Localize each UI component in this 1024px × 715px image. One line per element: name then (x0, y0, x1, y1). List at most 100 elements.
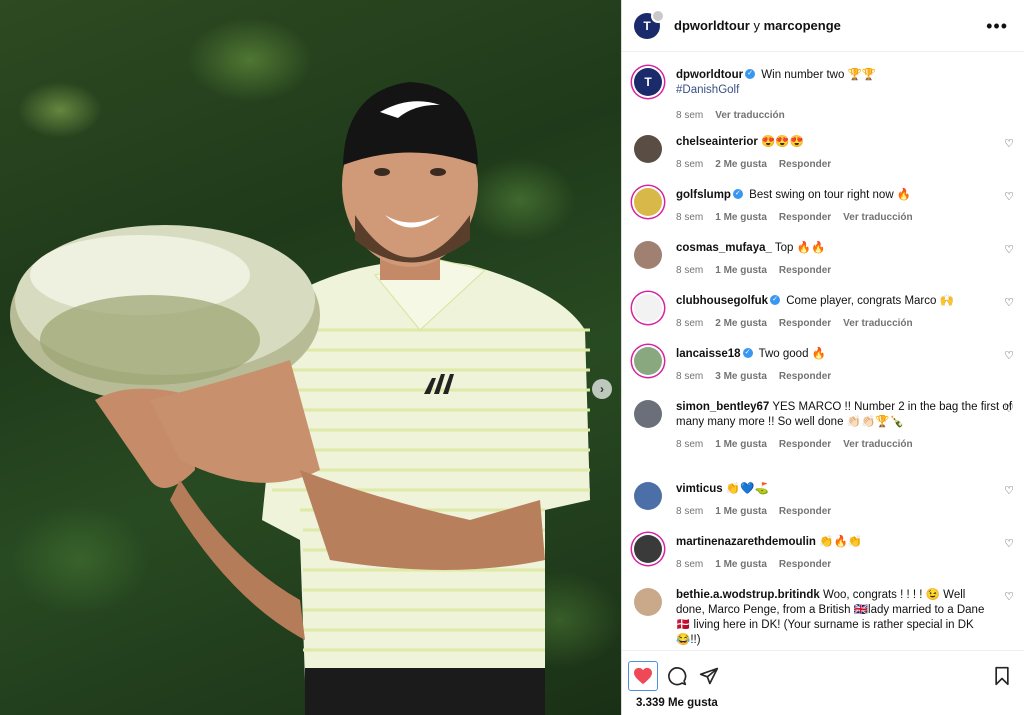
commenter-avatar[interactable] (634, 347, 662, 375)
caption-hashtag[interactable]: #DanishGolf (676, 84, 739, 96)
reply-button[interactable]: Responder (779, 559, 831, 570)
comment-icon (668, 667, 687, 686)
comment-username[interactable]: bethie.a.wodstrup.britindk (676, 589, 820, 601)
verified-icon: ✓ (742, 348, 753, 359)
comment-time[interactable]: 8 sem (676, 318, 703, 329)
comment-item: cosmas_mufaya_ Top 🔥🔥 8 sem 1 Me gusta Res… (634, 241, 1014, 278)
comment-translate-link[interactable]: Ver traducción (843, 318, 912, 329)
authors-connector: y (749, 18, 764, 33)
comment-text: 😍😍😍 (761, 136, 804, 148)
comment-time[interactable]: 8 sem (676, 265, 703, 276)
post-photo: › (0, 0, 621, 715)
commenter-avatar[interactable] (634, 588, 662, 616)
comment-username[interactable]: martinenazarethdemoulin (676, 536, 816, 548)
chevron-right-icon: › (600, 382, 604, 396)
caption-avatar[interactable]: T (634, 68, 662, 96)
comment-like-heart-icon[interactable]: ♡ (1004, 402, 1014, 415)
comment-time[interactable]: 8 sem (676, 159, 703, 170)
post-actions-bar: 3.339 Me gusta (622, 650, 1024, 715)
caption-text: Win number two 🏆🏆 (761, 69, 877, 81)
comment-text: Top 🔥🔥 (774, 242, 826, 254)
comment-like-heart-icon[interactable]: ♡ (1004, 349, 1014, 362)
comment-like-heart-icon[interactable]: ♡ (1004, 590, 1014, 603)
comment-text: Come player, congrats Marco 🙌 (786, 295, 954, 307)
comments-list: T dpworldtour ✓ Win number two 🏆🏆 #Danish… (622, 52, 1024, 650)
commenter-avatar[interactable] (634, 241, 662, 269)
share-button[interactable] (694, 661, 724, 691)
carousel-next-button[interactable]: › (592, 379, 612, 399)
comment-time[interactable]: 8 sem (676, 371, 703, 382)
commenter-avatar[interactable] (634, 400, 662, 428)
post-caption: T dpworldtour ✓ Win number two 🏆🏆 #Danish… (634, 68, 1014, 123)
reply-button[interactable]: Responder (779, 318, 831, 329)
reply-button[interactable]: Responder (779, 159, 831, 170)
comment-item: martinenazarethdemoulin 👏🔥👏 8 sem 1 Me gu… (634, 535, 1014, 572)
comment-text: Two good 🔥 (758, 348, 826, 360)
bookmark-icon (995, 666, 1009, 686)
comment-time[interactable]: 8 sem (676, 212, 703, 223)
caption-username[interactable]: dpworldtour (676, 69, 743, 81)
comment-username[interactable]: simon_bentley67 (676, 401, 769, 413)
comment-like-heart-icon[interactable]: ♡ (1004, 137, 1014, 150)
commenter-avatar[interactable] (634, 482, 662, 510)
comment-like-heart-icon[interactable]: ♡ (1004, 537, 1014, 550)
comment-likes[interactable]: 1 Me gusta (715, 439, 767, 450)
reply-button[interactable]: Responder (779, 439, 831, 450)
comment-username[interactable]: chelseainterior (676, 136, 758, 148)
comment-item: chelseainterior 😍😍😍 8 sem 2 Me gusta Respo… (634, 135, 1014, 172)
comment-like-heart-icon[interactable]: ♡ (1004, 190, 1014, 203)
share-icon (699, 667, 719, 685)
likes-count[interactable]: 3.339 Me gusta (636, 697, 718, 709)
reply-button[interactable]: Responder (779, 371, 831, 382)
comment-item: vimticus 👏💙⛳ 8 sem 1 Me gusta Responder ♡ (634, 482, 1014, 519)
comment-likes[interactable]: 3 Me gusta (715, 371, 767, 382)
author-avatar[interactable]: T (634, 8, 665, 39)
save-button[interactable] (987, 661, 1017, 691)
heart-icon (634, 667, 652, 685)
post-side-panel: T dpworldtour y marcopenge ••• T dpworld… (621, 0, 1024, 715)
comment-likes[interactable]: 2 Me gusta (715, 159, 767, 170)
comment-username[interactable]: cosmas_mufaya_ (676, 242, 772, 254)
like-button[interactable] (628, 661, 658, 691)
comment-likes[interactable]: 2 Me gusta (715, 318, 767, 329)
comment-username[interactable]: vimticus (676, 483, 723, 495)
commenter-avatar[interactable] (634, 535, 662, 563)
author-username[interactable]: dpworldtour (674, 18, 750, 33)
commenter-avatar[interactable] (634, 188, 662, 216)
verified-icon: ✓ (745, 69, 756, 80)
post-authors: dpworldtour y marcopenge (674, 18, 841, 33)
comment-time[interactable]: 8 sem (676, 506, 703, 517)
comment-text: Best swing on tour right now 🔥 (749, 189, 912, 201)
comment-like-heart-icon[interactable]: ♡ (1004, 243, 1014, 256)
coauthor-username[interactable]: marcopenge (764, 18, 841, 33)
comment-item: clubhousegolfuk ✓ Come player, congrats M… (634, 294, 1014, 331)
commenter-avatar[interactable] (634, 135, 662, 163)
post-header: T dpworldtour y marcopenge ••• (622, 0, 1024, 52)
comment-username[interactable]: clubhousegolfuk (676, 295, 768, 307)
commenter-avatar[interactable] (634, 294, 662, 322)
comment-time[interactable]: 8 sem (676, 559, 703, 570)
comment-button[interactable] (662, 661, 692, 691)
caption-time[interactable]: 8 sem (676, 110, 703, 121)
comment-like-heart-icon[interactable]: ♡ (1004, 484, 1014, 497)
coauthor-avatar[interactable] (651, 8, 665, 23)
comment-text: 👏🔥👏 (819, 536, 863, 548)
reply-button[interactable]: Responder (779, 265, 831, 276)
comment-translate-link[interactable]: Ver traducción (843, 212, 912, 223)
caption-translate-link[interactable]: Ver traducción (715, 110, 784, 121)
more-options-icon[interactable]: ••• (986, 16, 1008, 37)
comment-text: 👏💙⛳ (725, 483, 769, 495)
comment-likes[interactable]: 1 Me gusta (715, 212, 767, 223)
comment-username[interactable]: golfslump (676, 189, 731, 201)
comment-likes[interactable]: 1 Me gusta (715, 559, 767, 570)
comment-translate-link[interactable]: Ver traducción (843, 439, 912, 450)
comment-likes[interactable]: 1 Me gusta (715, 506, 767, 517)
comment-like-heart-icon[interactable]: ♡ (1004, 296, 1014, 309)
golfer-with-trophy-illustration (10, 82, 590, 715)
comment-time[interactable]: 8 sem (676, 439, 703, 450)
comment-username[interactable]: lancaisse18 (676, 348, 741, 360)
verified-icon: ✓ (770, 295, 780, 306)
reply-button[interactable]: Responder (779, 212, 831, 223)
comment-likes[interactable]: 1 Me gusta (715, 265, 767, 276)
reply-button[interactable]: Responder (779, 506, 831, 517)
